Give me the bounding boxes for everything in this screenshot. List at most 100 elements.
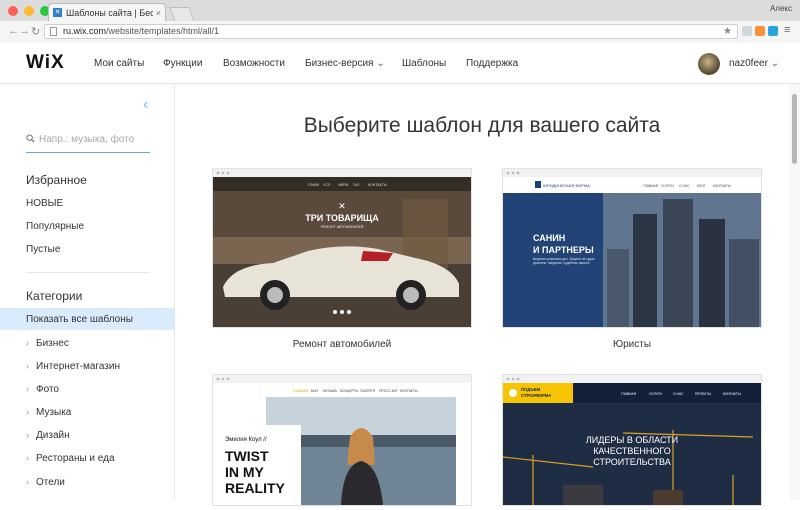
minimize-window-button[interactable]: [24, 6, 34, 16]
category-design[interactable]: › Дизайн: [26, 430, 70, 441]
profile-name[interactable]: Алекс: [770, 4, 792, 13]
template-card-musician[interactable]: ГЛАВНАЯ БИО МУЗЫКА КОНЦЕРТЫ ГАЛЕРЕЯ ПРЕС…: [213, 375, 471, 505]
category-label: Интернет-магазин: [36, 361, 120, 372]
address-bar-row: ← → ↻ ru.wix.com/website/templates/html/…: [0, 21, 800, 44]
template-menu-item: ГАЛ: [353, 183, 360, 187]
category-music[interactable]: › Музыка: [26, 407, 71, 418]
bookmark-star-icon[interactable]: ★: [723, 25, 732, 38]
template-menu-item: КОНТАКТЫ: [713, 184, 731, 188]
sidebar-item-popular[interactable]: Популярные: [26, 221, 84, 232]
nav-business-label: Бизнес-версия: [305, 58, 374, 69]
sidebar-item-new[interactable]: НОВЫЕ: [26, 198, 63, 209]
wix-logo[interactable]: WiX: [26, 52, 65, 74]
close-window-button[interactable]: [8, 6, 18, 16]
browser-tab-active[interactable]: ✕ Шаблоны сайта | Бесплатны ×: [48, 3, 166, 21]
extension-icon[interactable]: [742, 26, 752, 36]
category-restaurants[interactable]: › Рестораны и еда: [26, 453, 115, 464]
template-brand: СТРОИФИРМА: [521, 393, 551, 398]
avatar[interactable]: [698, 53, 720, 75]
tab-title: Шаблоны сайта | Бесплатны: [66, 7, 153, 18]
category-label: Бизнес: [36, 338, 69, 349]
collapse-sidebar-icon[interactable]: ‹: [143, 96, 148, 114]
search-icon: [26, 134, 35, 143]
search-placeholder: Напр.: музыка, фото: [39, 134, 135, 145]
template-label: Юристы: [612, 339, 652, 350]
category-hotels[interactable]: › Отели: [26, 477, 65, 488]
template-menu-item: МУЗЫКА: [323, 389, 338, 393]
template-preview-lawyers: ЮРИДИЧЕСКАЯ ФИРМА ГЛАВНАЯ УСЛУГИ О НАС Б…: [503, 169, 761, 327]
category-label: Музыка: [36, 407, 72, 418]
template-card-construction[interactable]: ПОДЪЕМ СТРОИФИРМА ГЛАВНАЯ УСЛУГИ О НАС П…: [502, 375, 761, 505]
template-menu-item: О НАС: [673, 392, 684, 396]
template-menu-item: БИО: [311, 389, 319, 393]
template-menu-item: КОНЦЕРТЫ: [340, 389, 359, 393]
category-business[interactable]: › Бизнес: [26, 338, 69, 349]
category-label: Отели: [36, 477, 65, 488]
category-label: Дизайн: [36, 430, 70, 441]
nav-my-sites[interactable]: Мои сайты: [94, 58, 144, 69]
back-icon[interactable]: ←: [8, 25, 19, 37]
forward-icon[interactable]: →: [19, 25, 30, 37]
template-menu-item: ГЛАВНАЯ: [643, 184, 659, 188]
template-hero-title: REALITY: [225, 480, 286, 496]
new-tab-button[interactable]: [169, 7, 195, 22]
browser-menu-icon[interactable]: ≡: [784, 24, 790, 36]
template-menu-item: ГЛАВН: [308, 183, 320, 187]
categories-heading: Категории: [26, 289, 83, 303]
category-online-store[interactable]: › Интернет-магазин: [26, 361, 120, 372]
template-preview-musician: ГЛАВНАЯ БИО МУЗЫКА КОНЦЕРТЫ ГАЛЕРЕЯ ПРЕС…: [213, 375, 471, 505]
template-menu-item: УСЛУГИ: [649, 392, 662, 396]
favorites-heading: Избранное: [26, 173, 87, 187]
template-menu-item: ПРОЕКТЫ: [695, 392, 711, 396]
reload-icon[interactable]: ↻: [31, 25, 40, 38]
template-artist-name: Эмилия Коул //: [225, 437, 267, 443]
template-menu-item: ГАЛЕРЕЯ: [360, 389, 376, 393]
category-label: Рестораны и еда: [36, 453, 115, 464]
nav-support[interactable]: Поддержка: [466, 58, 518, 69]
close-tab-icon[interactable]: ×: [156, 8, 161, 18]
template-card-car-repair[interactable]: ГЛАВН УСЛ ФИРМ ГАЛ КОНТАКТЫ ✕ ТРИ ТОВАРИ…: [213, 169, 471, 327]
template-label: Ремонт автомобилей: [292, 339, 392, 350]
url-host: ru.wix.com: [63, 26, 107, 36]
template-menu-item: УСЛ: [323, 183, 331, 187]
page-icon: [50, 27, 57, 36]
search-input[interactable]: Напр.: музыка, фото: [26, 134, 150, 153]
nav-business[interactable]: Бизнес-версия ⌄: [305, 58, 385, 69]
scrollbar-thumb[interactable]: [792, 94, 797, 164]
template-preview-car-repair: ГЛАВН УСЛ ФИРМ ГАЛ КОНТАКТЫ ✕ ТРИ ТОВАРИ…: [213, 169, 471, 327]
sidebar: ‹ Напр.: музыка, фото Избранное НОВЫЕ По…: [0, 84, 175, 500]
template-menu-item: ФИРМ: [338, 183, 348, 187]
site-header: WiX Мои сайты Функции Возможности Бизнес…: [0, 43, 800, 84]
template-hero-title: СТРОИТЕЛЬСТВА: [593, 457, 671, 467]
chevron-right-icon: ›: [26, 453, 29, 463]
nav-possibilities[interactable]: Возможности: [223, 58, 285, 69]
divider: [26, 272, 150, 273]
extension-icon[interactable]: [755, 26, 765, 36]
chevron-right-icon: ›: [26, 407, 29, 417]
chevron-right-icon: ›: [26, 430, 29, 440]
template-menu-item: КОНТАКТЫ: [400, 389, 418, 393]
template-menu-item: УСЛУГИ: [661, 184, 674, 188]
template-hero-title: САНИН: [533, 233, 565, 243]
chevron-down-icon: ⌄: [770, 58, 780, 69]
template-hero-title: ТРИ ТОВАРИЩА: [305, 213, 379, 223]
chevron-right-icon: ›: [26, 477, 29, 487]
template-hero-title: И ПАРТНЕРЫ: [533, 245, 594, 255]
account-menu[interactable]: naz0feer ⌄: [729, 58, 779, 69]
page-title: Выберите шаблон для вашего сайта: [303, 114, 661, 137]
template-hero-subtitle: Ведение успешных дел. Защита на судах де…: [533, 257, 595, 265]
chevron-right-icon: ›: [26, 384, 29, 394]
sidebar-item-blank[interactable]: Пустые: [26, 244, 60, 255]
nav-templates[interactable]: Шаблоны: [402, 58, 446, 69]
address-bar[interactable]: ru.wix.com/website/templates/html/all/1 …: [44, 24, 738, 39]
category-label: Фото: [36, 384, 59, 395]
template-menu-item: ГЛАВНАЯ: [621, 392, 637, 396]
chevron-right-icon: ›: [26, 361, 29, 371]
category-photo[interactable]: › Фото: [26, 384, 59, 395]
template-card-lawyers[interactable]: ЮРИДИЧЕСКАЯ ФИРМА ГЛАВНАЯ УСЛУГИ О НАС Б…: [503, 169, 761, 327]
browser-tab-bar: ✕ Шаблоны сайта | Бесплатны × Алекс: [0, 0, 800, 22]
nav-features[interactable]: Функции: [163, 58, 202, 69]
extension-icon[interactable]: [768, 26, 778, 36]
template-menu-item: КОНТАКТЫ: [723, 392, 741, 396]
page-scrollbar[interactable]: [790, 84, 800, 500]
